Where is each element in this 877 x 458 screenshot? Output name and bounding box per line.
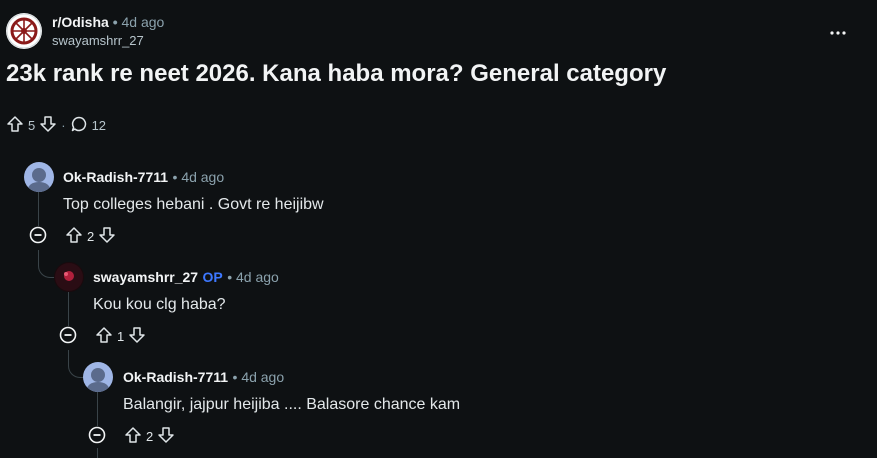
comment-body: Kou kou clg haba? <box>93 296 226 313</box>
comment-header: swayamshrr_27 OP • 4d ago <box>93 269 279 287</box>
comment-score: 1 <box>117 329 125 344</box>
user-avatar[interactable] <box>83 362 113 392</box>
separator-dot: · <box>61 118 66 133</box>
comment-age: 4d ago <box>236 269 279 285</box>
comment-author[interactable]: Ok-Radish-7711 <box>123 369 228 385</box>
upvote-icon[interactable] <box>6 115 24 136</box>
separator-dot: • <box>227 269 237 285</box>
post-author[interactable]: swayamshrr_27 <box>52 33 144 48</box>
thread-elbow <box>38 250 55 278</box>
comment-icon[interactable] <box>70 115 88 136</box>
comment-actions: 1 <box>59 326 146 347</box>
thread-line <box>38 192 39 226</box>
comment-actions: 2 <box>88 426 175 447</box>
thread-line <box>97 448 98 458</box>
comment-actions: 2 <box>29 226 116 247</box>
comment-count[interactable]: 12 <box>92 118 106 133</box>
user-avatar[interactable] <box>24 162 54 192</box>
collapse-icon[interactable] <box>59 326 77 347</box>
op-badge: OP <box>202 269 223 285</box>
comment-age: 4d ago <box>181 169 225 185</box>
comment-age: 4d ago <box>241 369 285 385</box>
separator-dot: • <box>172 169 182 185</box>
comment-body: Top colleges hebani . Govt re heijibw <box>63 196 324 213</box>
comment-score: 2 <box>146 429 154 444</box>
downvote-icon[interactable] <box>39 115 57 136</box>
collapse-icon[interactable] <box>88 426 106 447</box>
post-title[interactable]: 23k rank re neet 2026. Kana haba mora? G… <box>6 60 666 88</box>
separator-dot: • <box>232 369 242 385</box>
post-age: 4d ago <box>121 14 165 30</box>
collapse-icon[interactable] <box>29 226 47 247</box>
thread-line <box>97 392 98 426</box>
more-options-icon[interactable] <box>829 20 847 41</box>
comment-header: Ok-Radish-7711 • 4d ago <box>123 369 284 387</box>
subreddit-avatar[interactable] <box>6 13 42 49</box>
comment-author[interactable]: Ok-Radish-7711 <box>63 169 168 185</box>
downvote-icon[interactable] <box>128 326 146 347</box>
comment-author[interactable]: swayamshrr_27 <box>93 269 198 285</box>
post-header-line: r/Odisha • 4d ago <box>52 14 164 30</box>
upvote-icon[interactable] <box>65 226 83 247</box>
comment-body: Balangir, jajpur heijiba .... Balasore c… <box>123 396 461 413</box>
thread-line <box>68 292 69 326</box>
user-avatar[interactable] <box>54 262 84 292</box>
comment-header: Ok-Radish-7711 • 4d ago <box>63 169 224 187</box>
upvote-icon[interactable] <box>95 326 113 347</box>
post-score: 5 <box>28 118 36 133</box>
downvote-icon[interactable] <box>98 226 116 247</box>
upvote-icon[interactable] <box>124 426 142 447</box>
subreddit-link[interactable]: r/Odisha <box>52 14 109 30</box>
comment-score: 2 <box>87 229 95 244</box>
downvote-icon[interactable] <box>157 426 175 447</box>
post-vote-bar: 5 · 12 <box>6 115 106 136</box>
